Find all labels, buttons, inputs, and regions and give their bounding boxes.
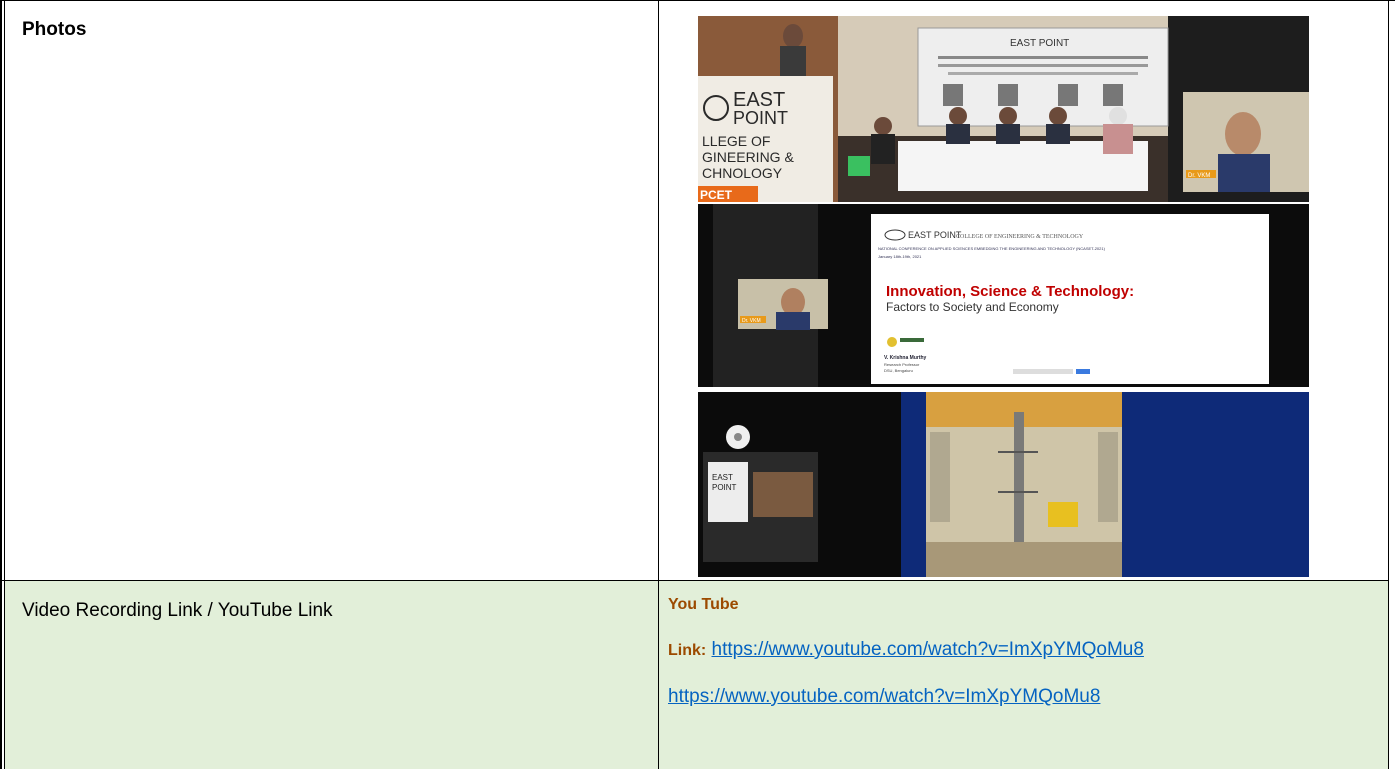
row-divider — [0, 580, 1389, 581]
slide-college: COLLEGE OF ENGINEERING & TECHNOLOGY — [956, 234, 1084, 240]
photo-industrial-hall: EAST POINT — [698, 392, 1309, 577]
inset3-east: EAST — [712, 473, 733, 482]
youtube-heading: You Tube — [668, 596, 739, 613]
youtube-link-2[interactable]: https://www.youtube.com/watch?v=ImXpYMQo… — [668, 686, 1100, 707]
inset3-point: POINT — [712, 483, 737, 492]
slide-speaker-org: DSU, Bengaluru — [884, 368, 913, 373]
photo-conference-hall: EAST POINT EAST POINT LLEGE OF GINEERING… — [698, 16, 1309, 202]
podium-point: POINT — [733, 108, 788, 128]
photos-label: Photos — [22, 19, 87, 40]
photo-presentation-slide-art: Dr. VKM EAST POINT COLLEGE OF ENGINEERIN… — [698, 204, 1309, 387]
slide-speaker-role: Research Professor — [884, 362, 920, 367]
document-table: Photos Video Recording Link / YouTube Li… — [0, 0, 1395, 769]
banner-logo: EAST POINT — [1010, 38, 1069, 49]
video-link-label: Video Recording Link / YouTube Link — [22, 600, 333, 621]
slide-logo: EAST POINT — [908, 230, 962, 240]
podium-line3: LLEGE OF — [702, 133, 770, 149]
podium-line4: GINEERING & — [702, 149, 794, 165]
photo-industrial-hall-art: EAST POINT — [698, 392, 1309, 577]
youtube-link-2-wrap: https://www.youtube.com/watch?v=ImXpYMQo… — [668, 686, 1100, 708]
youtube-link-1[interactable]: https://www.youtube.com/watch?v=ImXpYMQo… — [712, 639, 1144, 660]
slide-subtitle: Factors to Society and Economy — [886, 300, 1059, 314]
podium-footer: PCET — [700, 188, 733, 202]
podium-line5: CHNOLOGY — [702, 165, 783, 181]
slide-dates: January 18th-19th, 2021 — [878, 254, 922, 259]
inset-label-2: Dr. VKM — [742, 318, 761, 324]
link-prefix: Link: — [668, 642, 707, 659]
inset-label-1: Dr. VKM — [1188, 173, 1210, 179]
slide-speaker-name: V. Krishna Murthy — [884, 355, 927, 361]
column-divider-overlay — [658, 0, 659, 769]
youtube-link-line: Link: https://www.youtube.com/watch?v=Im… — [668, 639, 1144, 661]
slide-title: Innovation, Science & Technology: — [886, 283, 1134, 300]
table-right-border — [1388, 0, 1389, 769]
photo-presentation-slide: Dr. VKM EAST POINT COLLEGE OF ENGINEERIN… — [698, 204, 1309, 387]
slide-conference: NATIONAL CONFERENCE ON APPLIED SCIENCES … — [878, 246, 1106, 251]
photo-conference-hall-art: EAST POINT EAST POINT LLEGE OF GINEERING… — [698, 16, 1309, 202]
table-top-border — [0, 0, 1395, 1]
